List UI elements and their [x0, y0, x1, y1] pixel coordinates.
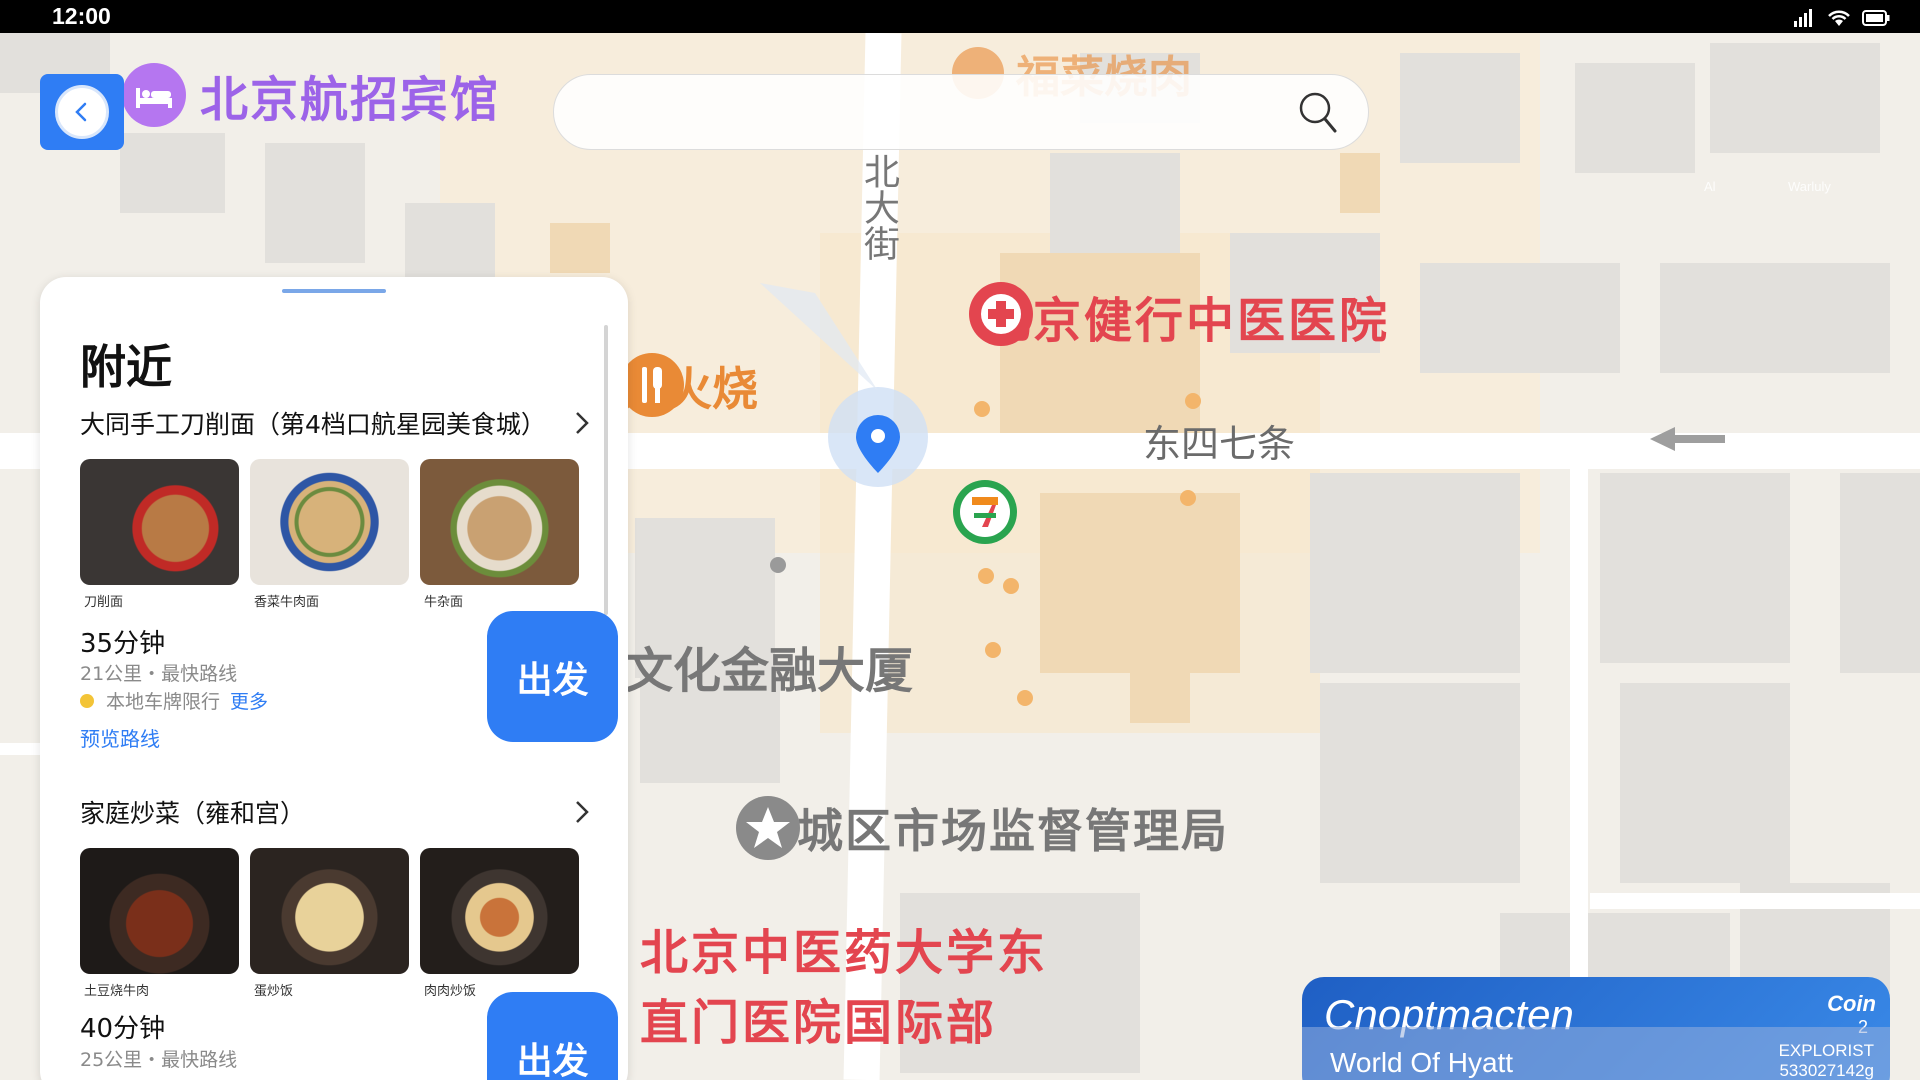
- card-tier: EXPLORIST 533027142g: [1779, 1041, 1874, 1080]
- hospital-icon: [969, 282, 1033, 346]
- card-coin-label: Coin: [1827, 991, 1876, 1016]
- dish-thumb[interactable]: 土豆烧牛肉: [80, 848, 239, 999]
- search-input[interactable]: [584, 89, 1244, 137]
- travel-distance: 21公里・最快路线: [80, 663, 238, 685]
- poi-hotel[interactable]: 北京航招宾馆: [122, 60, 500, 130]
- card-tier-name: EXPLORIST: [1778, 1041, 1874, 1060]
- preview-route-link[interactable]: 预览路线: [80, 723, 160, 752]
- warning-dot-icon: [80, 693, 94, 708]
- card-program: World Of Hyatt: [1330, 1047, 1514, 1078]
- dish-thumb[interactable]: 刀削面: [80, 459, 239, 610]
- more-link[interactable]: 更多: [230, 687, 268, 714]
- dish-image: [250, 848, 409, 974]
- poi-restaurant[interactable]: 链火烧: [620, 353, 770, 419]
- poi-tcm-hospital[interactable]: 北京中医药大学东 直门医院国际部: [640, 913, 1048, 1053]
- dish-image: [80, 459, 239, 585]
- restaurant-card[interactable]: 家庭炒菜（雍和宫） 土豆烧牛肉 蛋炒饭 肉肉炒饭 40分钟 25公里・最快路线 …: [80, 792, 618, 1080]
- dish-caption: 土豆烧牛肉: [84, 984, 150, 999]
- star-icon: [736, 796, 800, 860]
- dish-thumb[interactable]: 牛杂面: [420, 459, 579, 610]
- search-icon[interactable]: [1298, 91, 1338, 135]
- back-icon: [55, 85, 109, 139]
- status-bar: 12:00: [0, 0, 1920, 33]
- dish-caption: 蛋炒饭: [254, 984, 294, 999]
- dish-thumb[interactable]: 蛋炒饭: [250, 848, 409, 999]
- dish-image: [250, 459, 409, 585]
- restaurant-name-row[interactable]: 大同手工刀削面（第4档口航星园美食城）: [80, 403, 590, 443]
- dish-thumbnails: 土豆烧牛肉 蛋炒饭 肉肉炒饭: [80, 848, 579, 999]
- dish-thumb[interactable]: 肉肉炒饭: [420, 848, 579, 999]
- restaurant-card[interactable]: 大同手工刀削面（第4档口航星园美食城） 刀削面 香菜牛肉面 牛杂面 35分钟 2…: [80, 403, 618, 763]
- battery-icon: [1862, 10, 1890, 26]
- panel-scrollbar[interactable]: [604, 325, 608, 615]
- travel-time: 35分钟: [80, 629, 166, 659]
- restaurant-name: 大同手工刀削面（第4档口航星园美食城）: [80, 410, 546, 439]
- poi-market-bureau[interactable]: 东城区市场监督管理局: [735, 795, 1229, 861]
- travel-time: 40分钟: [80, 1014, 166, 1044]
- dish-thumbnails: 刀削面 香菜牛肉面 牛杂面: [80, 459, 579, 610]
- signal-icon: [1794, 9, 1812, 27]
- drag-handle[interactable]: [282, 289, 386, 293]
- restaurant-name: 家庭炒菜（雍和宫）: [80, 799, 306, 828]
- poi-hospital[interactable]: 北京健行中医医院: [968, 281, 1390, 351]
- travel-distance: 25公里・最快路线: [80, 1049, 238, 1071]
- dish-caption: 牛杂面: [424, 595, 464, 610]
- dish-image: [420, 848, 579, 974]
- store-711-icon: [953, 480, 1017, 544]
- chevron-right-icon[interactable]: [574, 799, 590, 825]
- dish-thumb[interactable]: 香菜牛肉面: [250, 459, 409, 610]
- status-icons: [1794, 8, 1890, 28]
- status-time: 12:00: [52, 3, 111, 29]
- building-culture: 文化金融大厦: [625, 643, 914, 699]
- loyalty-card[interactable]: Cnoptmacten Coin 2 World Of Hyatt EXPLOR…: [1302, 977, 1890, 1080]
- dish-caption: 香菜牛肉面: [254, 595, 320, 610]
- traffic-limit: 本地车牌限行 更多: [80, 687, 268, 714]
- faint-label-1: Al: [1704, 179, 1716, 194]
- go-button[interactable]: 出发: [487, 611, 618, 742]
- chevron-right-icon[interactable]: [574, 410, 590, 436]
- bed-icon: [122, 63, 186, 127]
- search-bar[interactable]: [553, 74, 1369, 150]
- fork-knife-icon: [620, 353, 684, 417]
- dish-caption: 刀削面: [84, 595, 124, 610]
- dish-image: [80, 848, 239, 974]
- panel-title: 附近: [80, 340, 172, 394]
- back-button[interactable]: [40, 74, 124, 150]
- faint-label-2: Warluly: [1788, 179, 1831, 194]
- card-number: 533027142g: [1779, 1061, 1874, 1080]
- nearby-panel[interactable]: 附近 大同手工刀削面（第4档口航星园美食城） 刀削面 香菜牛肉面 牛杂面 35分…: [40, 277, 628, 1080]
- wifi-icon: [1828, 10, 1850, 26]
- dish-image: [420, 459, 579, 585]
- restaurant-name-row[interactable]: 家庭炒菜（雍和宫）: [80, 792, 590, 832]
- hotel-label: 北京航招宾馆: [200, 72, 501, 128]
- limit-text: 本地车牌限行: [106, 691, 221, 713]
- street-north: 北大街: [858, 153, 899, 261]
- go-button[interactable]: 出发: [487, 992, 618, 1080]
- street-east: 东四七条: [1143, 422, 1296, 466]
